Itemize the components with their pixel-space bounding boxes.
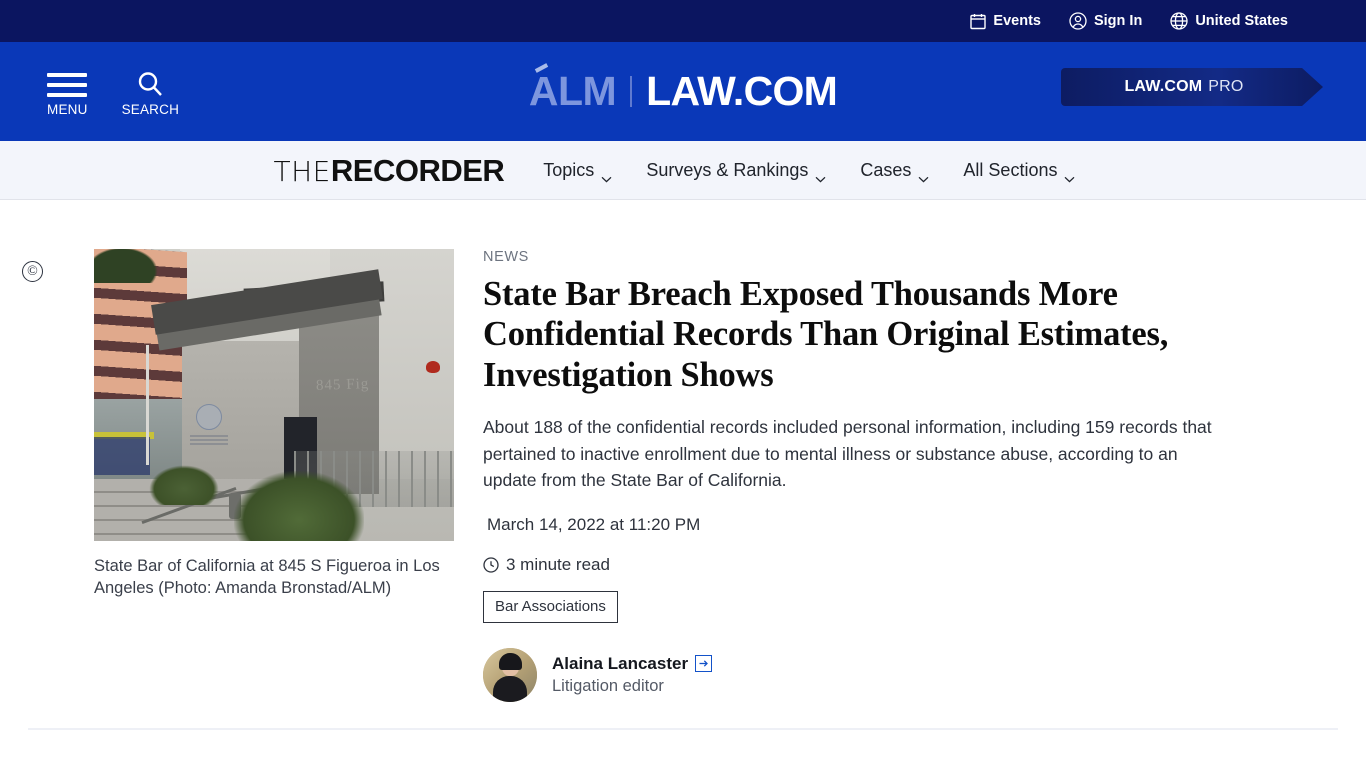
article-media-column: 845 Fig State Bar of California at 845 S…: [94, 249, 454, 702]
chevron-down-icon: [601, 167, 612, 182]
lawcom-pro-button[interactable]: LAW.COM PRO: [1061, 68, 1323, 106]
topbar-label-region: United States: [1195, 13, 1288, 29]
top-utility-bar: Events Sign In United States: [0, 0, 1366, 42]
site-logo[interactable]: ALM LAW.COM: [528, 68, 838, 115]
nav-label-cases: Cases: [860, 159, 912, 180]
article-content-area: © 845 Fig State Bar of California at 845…: [0, 200, 1366, 767]
article-topic-tag[interactable]: Bar Associations: [483, 590, 618, 623]
nav-label-surveys-rankings: Surveys & Rankings: [646, 159, 809, 180]
lawcom-pro-light: PRO: [1208, 78, 1244, 95]
nav-item-all-sections[interactable]: All Sections: [963, 159, 1075, 182]
avatar-body: [493, 675, 527, 702]
article-read-time: 3 minute read: [483, 555, 1243, 575]
section-navigation-bar: THERECORDER Topics Surveys & Rankings Ca…: [0, 141, 1366, 200]
article-header: 845 Fig State Bar of California at 845 S…: [0, 200, 1366, 702]
photo-building-seal: [196, 404, 222, 430]
byline-text-group: Alaina Lancaster Litigation editor: [552, 654, 713, 696]
brand-the-recorder[interactable]: THERECORDER: [274, 155, 505, 186]
author-name[interactable]: Alaina Lancaster: [552, 654, 688, 674]
author-role: Litigation editor: [552, 676, 664, 695]
logo-divider: [630, 76, 633, 107]
nav-label-topics: Topics: [543, 159, 595, 180]
globe-icon: [1170, 12, 1188, 30]
logo-alm-text: ALM: [528, 68, 617, 114]
lawcom-pro-label: LAW.COM PRO: [1124, 78, 1243, 96]
article-text-column: NEWS State Bar Breach Exposed Thousands …: [483, 249, 1243, 702]
search-icon: [136, 71, 164, 97]
masthead-left-controls: MENU SEARCH: [47, 67, 179, 117]
article-publish-date: March 14, 2022 at 11:20 PM: [487, 514, 701, 534]
external-link-icon[interactable]: [695, 655, 713, 673]
chevron-down-icon: [918, 167, 929, 182]
article-byline: Alaina Lancaster Litigation editor: [483, 647, 1243, 702]
chevron-down-icon: [815, 167, 826, 182]
brand-the-text: THE: [273, 154, 331, 188]
nav-item-topics[interactable]: Topics: [543, 159, 612, 182]
photo-address-sign: 845 Fig: [315, 376, 370, 394]
article-kicker[interactable]: NEWS: [483, 249, 1243, 265]
article-headline: State Bar Breach Exposed Thousands More …: [483, 275, 1169, 394]
menu-button-label: MENU: [47, 101, 88, 117]
nav-item-surveys-rankings[interactable]: Surveys & Rankings: [646, 159, 826, 182]
nav-label-all-sections: All Sections: [963, 159, 1058, 180]
content-divider: [28, 728, 1338, 730]
photo-pole: [146, 345, 149, 465]
photo-caption: State Bar of California at 845 S Figuero…: [94, 557, 440, 597]
photo-shrub-left: [149, 465, 219, 505]
clock-icon: [483, 557, 499, 573]
topbar-label-events: Events: [993, 13, 1041, 29]
brand-recorder-text: RECORDER: [330, 152, 505, 188]
user-circle-icon: [1069, 12, 1087, 30]
article-lead-photo[interactable]: 845 Fig: [94, 249, 454, 541]
photo-blue-panel: [94, 437, 150, 475]
topbar-item-region[interactable]: United States: [1170, 12, 1288, 30]
logo-lawcom-text: LAW.COM: [646, 68, 838, 114]
lawcom-pro-bold: LAW.COM: [1124, 78, 1203, 95]
photo-tree: [94, 249, 164, 283]
read-time-label: 3 minute read: [506, 554, 610, 574]
search-button[interactable]: SEARCH: [122, 71, 179, 117]
topbar-label-sign-in: Sign In: [1093, 13, 1143, 29]
photo-seal-text: [190, 435, 228, 445]
photo-shrub-right: [234, 471, 364, 541]
article-deck: About 188 of the confidential records in…: [483, 417, 1212, 491]
search-button-label: SEARCH: [121, 101, 180, 117]
author-avatar[interactable]: [483, 647, 537, 702]
photo-red-light: [426, 361, 440, 373]
calendar-icon: [970, 13, 987, 30]
topbar-item-sign-in[interactable]: Sign In: [1069, 12, 1142, 30]
nav-item-cases[interactable]: Cases: [860, 159, 929, 182]
menu-button[interactable]: MENU: [47, 71, 88, 117]
avatar-hair: [499, 652, 522, 670]
site-masthead: MENU SEARCH ALM LAW.COM LAW.COM PRO: [0, 42, 1366, 141]
topbar-item-events[interactable]: Events: [970, 13, 1041, 30]
author-name-row: Alaina Lancaster: [552, 654, 713, 674]
hamburger-icon: [47, 71, 88, 97]
copyright-icon[interactable]: ©: [22, 261, 43, 282]
chevron-down-icon: [1064, 167, 1075, 182]
